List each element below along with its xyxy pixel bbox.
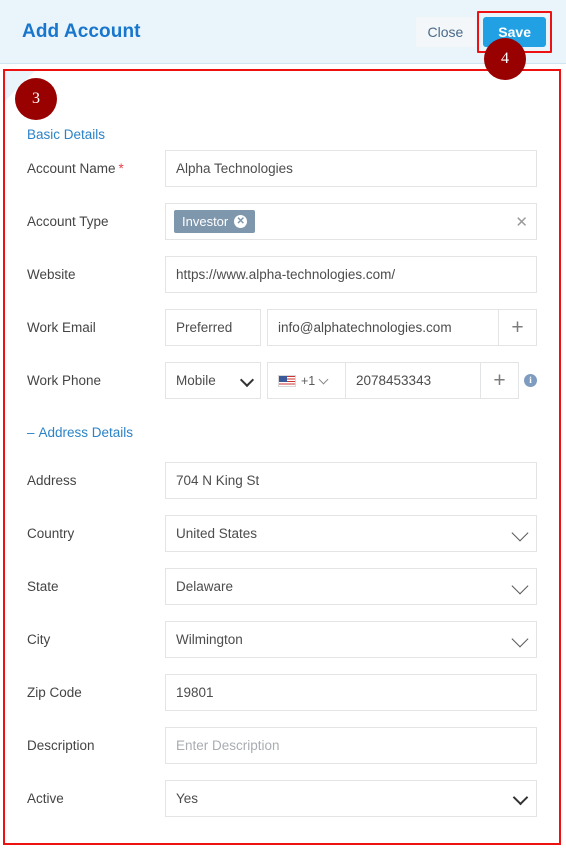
description-placeholder: Enter Description (176, 738, 280, 753)
address-input[interactable]: 704 N King St (165, 462, 537, 499)
zip-code-input[interactable]: 19801 (165, 674, 537, 711)
control-active: Yes (165, 780, 537, 817)
account-name-value: Alpha Technologies (176, 161, 293, 176)
label-zip-code: Zip Code (27, 685, 82, 700)
chevron-down-icon (511, 630, 529, 647)
work-email-value: info@alphatechnologies.com (278, 320, 452, 335)
website-value: https://www.alpha-technologies.com/ (176, 267, 396, 282)
row-website: Website https://www.alpha-technologies.c… (5, 248, 559, 301)
control-work-email: Preferred info@alphatechnologies.com + (165, 309, 537, 346)
collapse-toggle-icon[interactable]: – (27, 425, 35, 440)
row-work-email: Work Email Preferred info@alphatechnolog… (5, 301, 559, 354)
control-state: Delaware (165, 568, 537, 605)
work-phone-country-select[interactable]: +1 (267, 362, 345, 399)
row-country: Country United States (5, 507, 559, 560)
control-country: United States (165, 515, 537, 552)
row-address: Address 704 N King St (5, 454, 559, 507)
website-input[interactable]: https://www.alpha-technologies.com/ (165, 256, 537, 293)
section-header-basic-details: Basic Details (5, 71, 559, 142)
remove-tag-icon[interactable]: ✕ (234, 215, 248, 228)
header-actions: Close Save (415, 10, 552, 53)
work-phone-type-select[interactable]: Mobile (165, 362, 261, 399)
us-flag-icon (278, 374, 296, 387)
row-description: Description Enter Description (5, 719, 559, 772)
chevron-down-icon (512, 789, 529, 805)
control-website: https://www.alpha-technologies.com/ (165, 256, 537, 293)
label-account-name: Account Name * (27, 161, 165, 176)
work-phone-value: 2078453343 (356, 373, 432, 388)
page-title: Add Account (22, 20, 141, 42)
zip-code-value: 19801 (176, 685, 214, 700)
row-work-phone: Work Phone Mobile +1 2078453343 + i (5, 354, 559, 407)
required-asterisk: * (118, 161, 124, 176)
work-email-preference-label: Preferred (176, 320, 233, 335)
active-select[interactable]: Yes (165, 780, 537, 817)
dialog-header: Add Account Close Save (0, 0, 566, 64)
country-value: United States (176, 526, 258, 541)
account-type-tag[interactable]: Investor ✕ (174, 210, 256, 233)
work-phone-input[interactable]: 2078453343 (345, 362, 481, 399)
add-work-email-icon[interactable]: + (499, 309, 537, 346)
city-select[interactable]: Wilmington (165, 621, 537, 658)
row-account-type: Account Type Investor ✕ ✕ (5, 195, 559, 248)
row-account-name: Account Name * Alpha Technologies (5, 142, 559, 195)
label-country: Country (27, 526, 75, 541)
dial-code-value: +1 (301, 373, 316, 388)
control-work-phone: Mobile +1 2078453343 + i (165, 362, 537, 399)
section-header-address-details[interactable]: – Address Details (5, 407, 559, 440)
label-work-email: Work Email (27, 320, 96, 335)
label-website: Website (27, 267, 76, 282)
add-work-phone-icon[interactable]: + (481, 362, 519, 399)
section-title-basic-details: Basic Details (27, 127, 106, 142)
active-value: Yes (176, 791, 199, 806)
row-state: State Delaware (5, 560, 559, 613)
row-active: Active Yes (5, 772, 559, 825)
work-phone-type-value: Mobile (176, 373, 216, 388)
annotation-badge-3: 3 (15, 78, 57, 120)
label-city: City (27, 632, 51, 647)
label-account-type: Account Type (27, 214, 109, 229)
control-zip-code: 19801 (165, 674, 537, 711)
label-active: Active (27, 791, 64, 806)
chevron-down-icon (511, 524, 529, 541)
label-work-phone: Work Phone (27, 373, 102, 388)
label-address: Address (27, 473, 77, 488)
control-city: Wilmington (165, 621, 537, 658)
account-type-tag-label: Investor (182, 214, 229, 229)
chevron-down-icon (239, 372, 255, 387)
state-select[interactable]: Delaware (165, 568, 537, 605)
annotation-badge-4: 4 (484, 38, 526, 80)
label-state: State (27, 579, 59, 594)
clear-selection-icon[interactable]: ✕ (507, 213, 528, 231)
account-type-multiselect[interactable]: Investor ✕ ✕ (165, 203, 537, 240)
country-select[interactable]: United States (165, 515, 537, 552)
form-panel: Basic Details Account Name * Alpha Techno… (3, 69, 561, 845)
control-description: Enter Description (165, 727, 537, 764)
close-button[interactable]: Close (415, 16, 476, 47)
chevron-down-icon (511, 577, 529, 594)
work-email-preference-button[interactable]: Preferred (165, 309, 261, 346)
label-account-name-text: Account Name (27, 161, 116, 176)
description-input[interactable]: Enter Description (165, 727, 537, 764)
chevron-down-icon (318, 374, 329, 384)
work-email-input[interactable]: info@alphatechnologies.com (267, 309, 499, 346)
row-zip-code: Zip Code 19801 (5, 666, 559, 719)
row-city: City Wilmington (5, 613, 559, 666)
control-account-name: Alpha Technologies (165, 150, 537, 187)
address-value: 704 N King St (176, 473, 260, 488)
city-value: Wilmington (176, 632, 243, 647)
label-description: Description (27, 738, 95, 753)
account-name-input[interactable]: Alpha Technologies (165, 150, 537, 187)
state-value: Delaware (176, 579, 234, 594)
control-account-type: Investor ✕ ✕ (165, 203, 537, 240)
control-address: 704 N King St (165, 462, 537, 499)
section-title-address-details: Address Details (38, 425, 134, 440)
info-icon[interactable]: i (524, 374, 537, 387)
